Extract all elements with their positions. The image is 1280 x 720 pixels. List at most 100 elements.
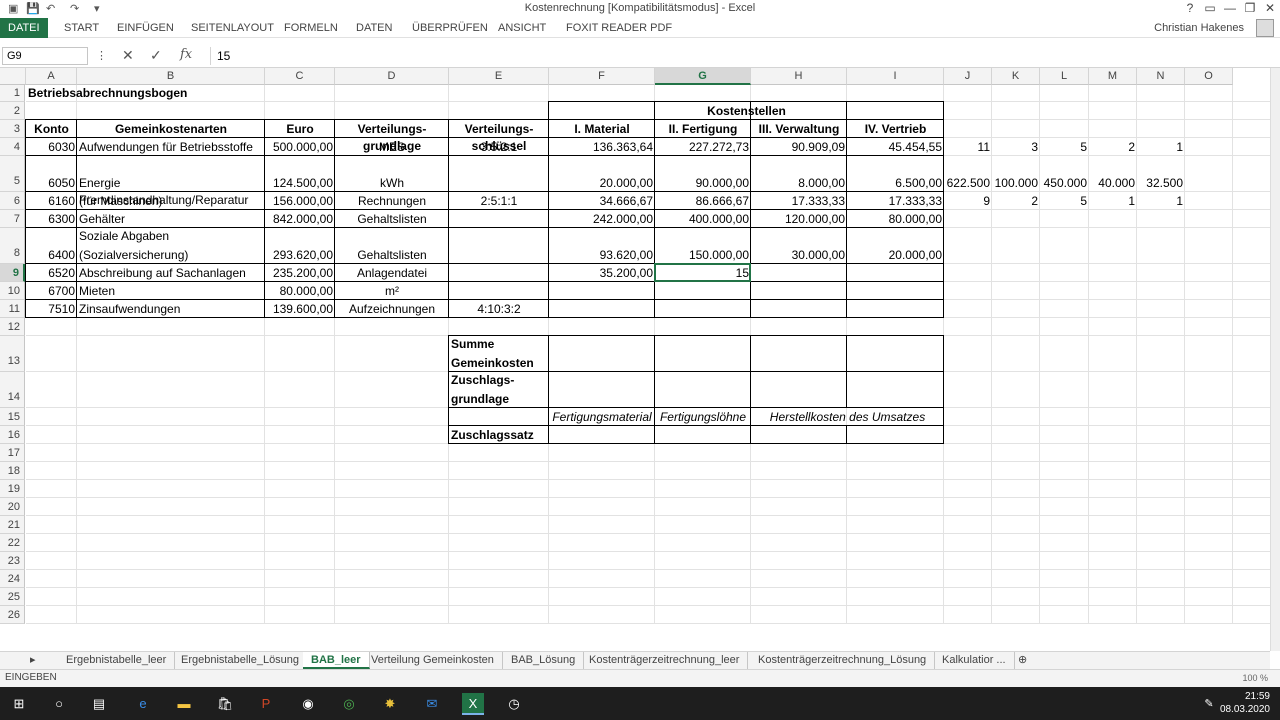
gemeinkostenart-cell[interactable]: Soziale Abgaben xyxy=(77,229,265,243)
kostenstelle-value-i[interactable]: 6.500,00 xyxy=(847,176,944,190)
header-kostenstelle-i[interactable]: IV. Vertrieb xyxy=(847,122,944,136)
sheet-tab-ergebnis-loesung[interactable]: Ergebnistabelle_Lösung xyxy=(173,652,309,669)
helper-value-n[interactable]: 1 xyxy=(1137,140,1185,154)
gemeinkostenart-cell-line2[interactable]: (Sozialversicherung) xyxy=(77,248,265,262)
header-konto[interactable]: Konto xyxy=(26,122,77,136)
task-view-icon[interactable]: ▤ xyxy=(88,693,110,715)
select-all-corner[interactable] xyxy=(0,68,26,85)
verteilungsschluessel-cell[interactable]: 2:5:1:1 xyxy=(449,194,549,208)
enter-icon[interactable]: ✓ xyxy=(150,47,162,64)
konto-cell[interactable]: 6700 xyxy=(26,284,77,298)
column-header[interactable]: L xyxy=(1040,68,1089,85)
kostenstelle-value-g[interactable]: 400.000,00 xyxy=(655,212,751,226)
sheet-tab-ktzr-leer[interactable]: Kostenträgerzeitrechnung_leer xyxy=(581,652,749,669)
row-header[interactable]: 9 xyxy=(0,264,25,282)
sheet-title[interactable]: Betriebsabrechnungsbogen xyxy=(26,86,335,100)
column-header[interactable]: I xyxy=(847,68,944,85)
system-clock[interactable]: 21:59 08.03.2020 xyxy=(1220,690,1270,716)
helper-value-k[interactable]: 100.000 xyxy=(992,176,1040,190)
edge-icon[interactable]: e xyxy=(132,693,154,715)
column-header[interactable]: O xyxy=(1185,68,1233,85)
row-header[interactable]: 16 xyxy=(0,426,25,444)
chrome-icon[interactable]: ◎ xyxy=(338,693,360,715)
euro-cell[interactable]: 293.620,00 xyxy=(265,248,335,262)
helper-value-j[interactable]: 622.500 xyxy=(944,176,992,190)
row-header[interactable]: 3 xyxy=(0,120,25,138)
row-header[interactable]: 26 xyxy=(0,606,25,624)
kostenstelle-value-f[interactable]: 20.000,00 xyxy=(549,176,655,190)
column-header[interactable]: E xyxy=(449,68,549,85)
verteilungsgrundlage-cell[interactable]: kWh xyxy=(335,176,449,190)
header-euro[interactable]: Euro xyxy=(265,122,335,136)
formula-input[interactable]: 15 xyxy=(210,47,1270,65)
row-header[interactable]: 21 xyxy=(0,516,25,534)
next-sheet-icon[interactable]: ▸ xyxy=(22,652,44,669)
gemeinkostenart-cell[interactable]: Gehälter xyxy=(77,212,265,226)
euro-cell[interactable]: 124.500,00 xyxy=(265,176,335,190)
verteilungsschluessel-cell[interactable]: 3:5:2:1 xyxy=(449,140,549,154)
column-header[interactable]: C xyxy=(265,68,335,85)
zuschlagsgrundlage-label[interactable]: Zuschlags- xyxy=(449,373,549,387)
helper-value-n[interactable]: 1 xyxy=(1137,194,1185,208)
sheet-tab-ergebnis-leer[interactable]: Ergebnistabelle_leer xyxy=(58,652,176,669)
header-kostenstelle-h[interactable]: III. Verwaltung xyxy=(751,122,847,136)
header-kostenstelle-f[interactable]: I. Material xyxy=(549,122,655,136)
insert-function-icon[interactable]: fx xyxy=(180,47,192,62)
kostenstelle-value-f[interactable]: 35.200,00 xyxy=(549,266,655,280)
tab-seitenlayout[interactable]: SEITENLAYOUT xyxy=(183,18,282,38)
konto-cell[interactable]: 6520 xyxy=(26,266,77,280)
row-header[interactable]: 4 xyxy=(0,138,25,156)
kostenstelle-value-h[interactable]: 8.000,00 xyxy=(751,176,847,190)
zoom-level[interactable]: 100 % xyxy=(1242,673,1268,683)
add-sheet-icon[interactable]: ⊕ xyxy=(1010,652,1035,669)
kostenstellen-header[interactable]: Kostenstellen xyxy=(549,104,944,118)
sheet-tab-bab-loesung[interactable]: BAB_Lösung xyxy=(503,652,585,669)
store-icon[interactable]: 🛍 xyxy=(214,693,236,715)
file-explorer-icon[interactable]: ▬ xyxy=(173,693,195,715)
row-header[interactable]: 8 xyxy=(0,228,25,264)
konto-cell[interactable]: 6400 xyxy=(26,248,77,262)
row-header[interactable]: 19 xyxy=(0,480,25,498)
row-header[interactable]: 23 xyxy=(0,552,25,570)
kostenstelle-value-f[interactable]: 34.666,67 xyxy=(549,194,655,208)
euro-cell[interactable]: 842.000,00 xyxy=(265,212,335,226)
verteilungsgrundlage-cell[interactable]: Gehaltslisten xyxy=(335,248,449,262)
sheet-tab-kalkulation[interactable]: Kalkulatior ... xyxy=(934,652,1015,669)
column-header[interactable]: D xyxy=(335,68,449,85)
gemeinkostenart-cell[interactable]: Abschreibung auf Sachanlagen xyxy=(77,266,265,280)
verteilungsgrundlage-cell[interactable]: Anlagendatei xyxy=(335,266,449,280)
header-gemeinkostenarten[interactable]: Gemeinkostenarten xyxy=(77,122,265,136)
row-header[interactable]: 7 xyxy=(0,210,25,228)
gemeinkostenart-cell[interactable]: Energie xyxy=(77,176,265,190)
row-header[interactable]: 12 xyxy=(0,318,25,336)
basis-fertigungsmaterial[interactable]: Fertigungsmaterial xyxy=(549,410,655,424)
active-cell-cursor[interactable] xyxy=(654,263,751,282)
zuschlagsgrundlage-label-line2[interactable]: grundlage xyxy=(449,392,549,406)
row-header[interactable]: 25 xyxy=(0,588,25,606)
konto-cell[interactable]: 6160 xyxy=(26,194,77,208)
row-header[interactable]: 17 xyxy=(0,444,25,462)
row-header[interactable]: 1 xyxy=(0,85,25,102)
tab-foxit[interactable]: FOXIT READER PDF xyxy=(558,18,680,38)
tab-start[interactable]: START xyxy=(56,18,107,38)
euro-cell[interactable]: 80.000,00 xyxy=(265,284,335,298)
kostenstelle-value-g[interactable]: 90.000,00 xyxy=(655,176,751,190)
konto-cell[interactable]: 7510 xyxy=(26,302,77,316)
verteilungsgrundlage-cell[interactable]: Aufzeichnungen xyxy=(335,302,449,316)
column-header[interactable]: M xyxy=(1089,68,1137,85)
row-header[interactable]: 5 xyxy=(0,156,25,192)
restore-button[interactable]: ❐ xyxy=(1242,1,1258,15)
name-box[interactable]: G9 xyxy=(2,47,88,65)
verteilungsgrundlage-cell[interactable]: m² xyxy=(335,284,449,298)
column-header[interactable]: J xyxy=(944,68,992,85)
kostenstelle-value-h[interactable]: 120.000,00 xyxy=(751,212,847,226)
kostenstelle-value-g[interactable]: 86.666,67 xyxy=(655,194,751,208)
verteilungsgrundlage-cell[interactable]: MES xyxy=(335,140,449,154)
minimize-button[interactable]: — xyxy=(1222,1,1238,15)
kostenstelle-value-h[interactable]: 90.909,09 xyxy=(751,140,847,154)
helper-value-l[interactable]: 5 xyxy=(1040,194,1089,208)
helper-value-l[interactable]: 5 xyxy=(1040,140,1089,154)
column-header[interactable]: F xyxy=(549,68,655,85)
summe-label-line2[interactable]: Gemeinkosten xyxy=(449,356,549,370)
kostenstelle-value-i[interactable]: 45.454,55 xyxy=(847,140,944,154)
